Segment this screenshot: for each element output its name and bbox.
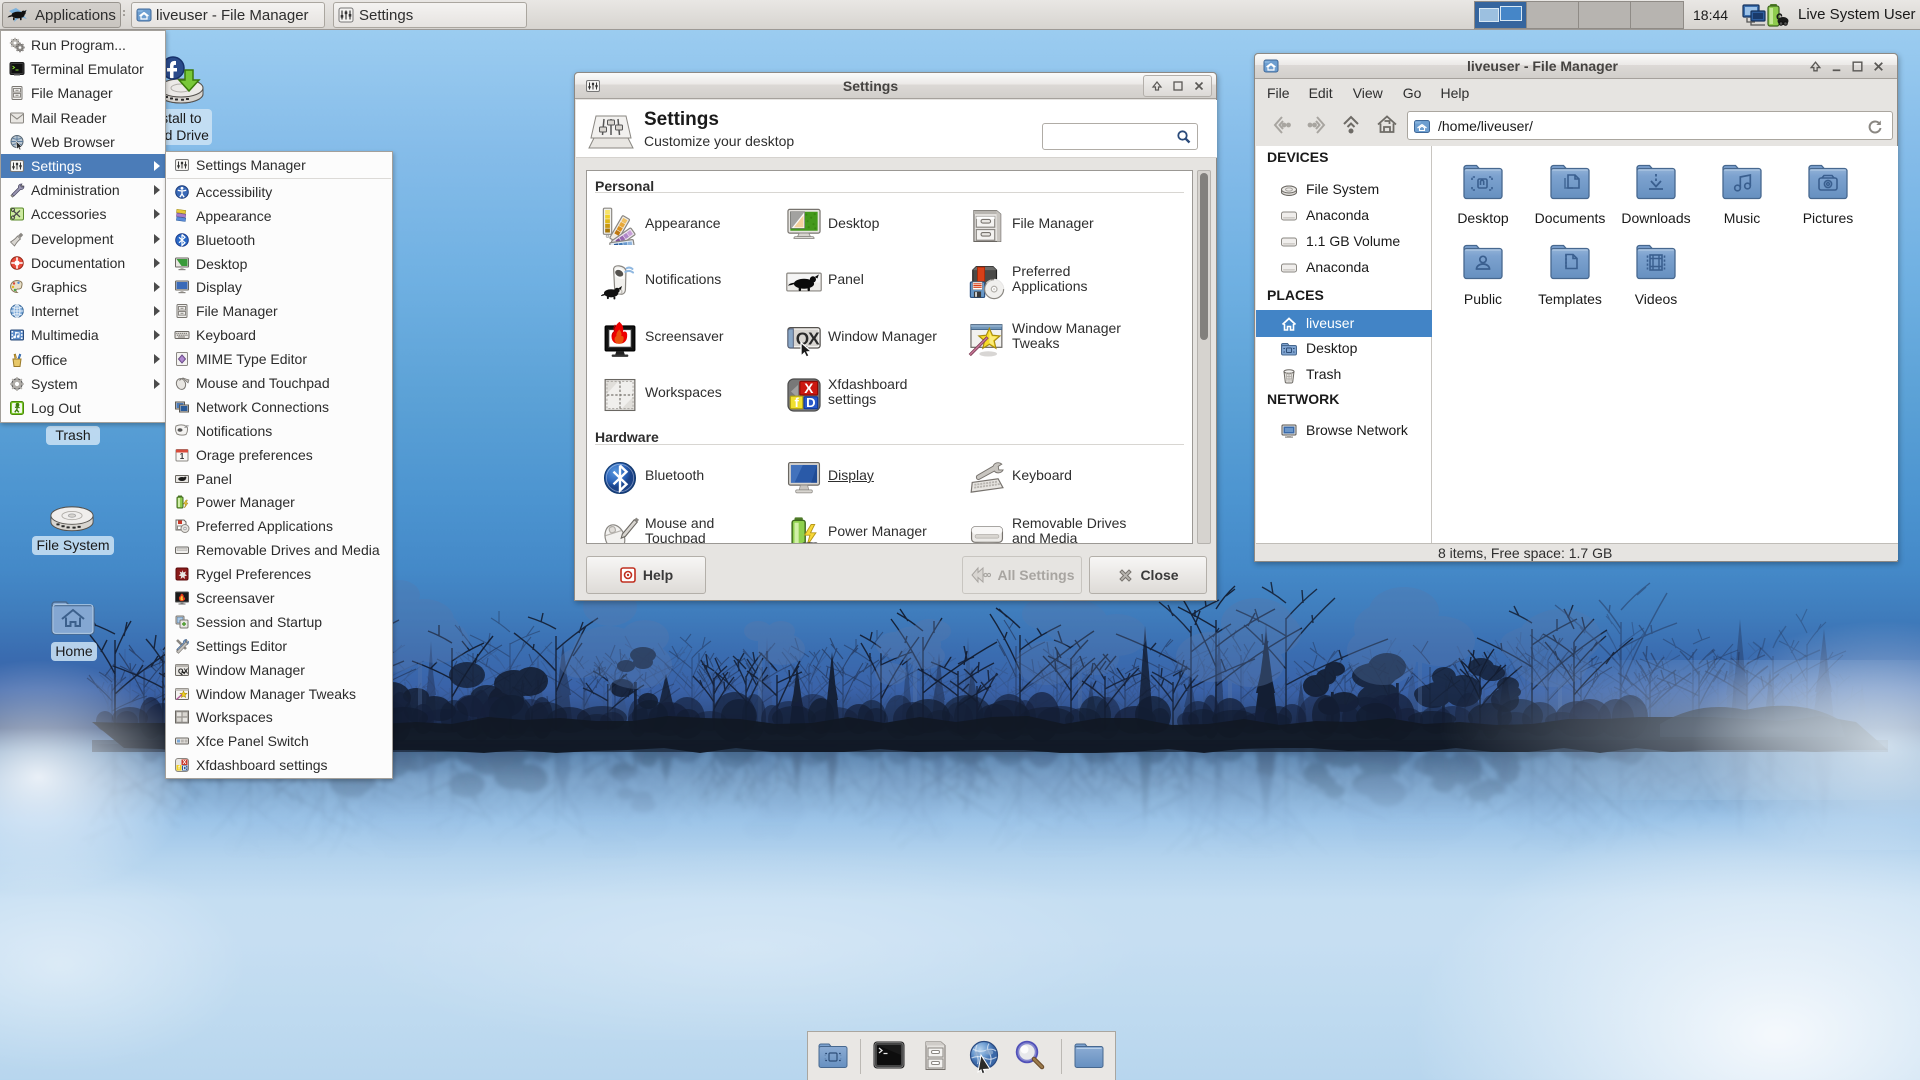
svg-text:X: X [804, 381, 813, 396]
svg-text:f: f [178, 766, 180, 772]
svg-text:f: f [794, 395, 799, 410]
svg-text:D: D [806, 395, 815, 410]
svg-text:X: X [808, 328, 820, 348]
svg-text:D: D [183, 766, 187, 772]
svg-text:1: 1 [180, 452, 185, 461]
